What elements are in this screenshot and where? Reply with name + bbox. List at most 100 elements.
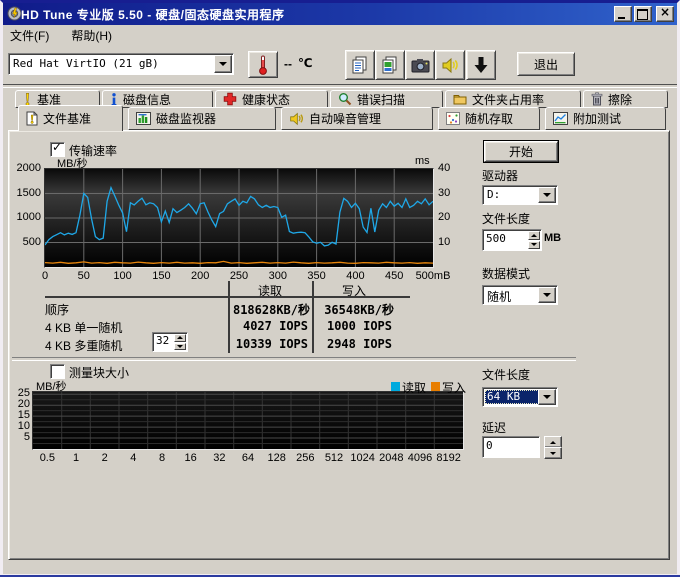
tab-random-access[interactable]: 随机存取: [438, 107, 540, 130]
tick-label: 300: [256, 270, 300, 282]
app-icon: [7, 6, 22, 24]
tick-label: 8192: [431, 452, 467, 464]
spin-up-button[interactable]: [528, 231, 540, 240]
minimize-button[interactable]: [614, 6, 632, 22]
block-size-checkbox[interactable]: [50, 364, 65, 379]
tab-label: 文件夹占用率: [472, 91, 544, 108]
block-file-length-dropdown-button[interactable]: [538, 389, 556, 405]
spin-down-button[interactable]: [174, 343, 186, 351]
folder-icon: [453, 93, 467, 105]
tab-health[interactable]: 健康状态: [215, 90, 328, 108]
screenshot-icon: [411, 58, 430, 73]
tick-label: 350: [295, 270, 339, 282]
menu-bar: 文件(F) 帮助(H): [3, 25, 677, 45]
exit-button[interactable]: 退出: [517, 52, 575, 76]
queue-depth-spinner[interactable]: 32: [152, 332, 188, 352]
4k-single-read-value: 4027 IOPS: [230, 319, 308, 333]
save-results-button[interactable]: [466, 50, 496, 80]
block-file-length-combobox[interactable]: 64 KB: [482, 387, 558, 407]
tab-label: 擦除: [608, 91, 632, 108]
tab-label: 附加测试: [573, 110, 621, 127]
drive-combobox[interactable]: D:: [482, 185, 558, 205]
close-icon: ×: [657, 5, 673, 19]
tab-label: 自动噪音管理: [309, 110, 381, 127]
menu-help[interactable]: 帮助(H): [64, 25, 119, 46]
copy-text-button[interactable]: [345, 50, 375, 80]
maximize-button[interactable]: [634, 6, 652, 22]
close-button[interactable]: ×: [656, 6, 674, 22]
arrow-up-icon: [531, 234, 537, 237]
data-mode-combobox[interactable]: 随机: [482, 285, 558, 305]
tab-file-benchmark[interactable]: 文件基准: [18, 105, 123, 131]
drive-select-dropdown-button[interactable]: [214, 55, 232, 73]
tab-erase[interactable]: 擦除: [583, 90, 668, 108]
check-icon: ✓: [52, 140, 62, 154]
tick-label: 50: [62, 270, 106, 282]
arrow-up-icon: [550, 441, 556, 444]
tick-label: 100: [101, 270, 145, 282]
tick-label: 500mB: [411, 270, 455, 282]
menu-file[interactable]: 文件(F): [3, 25, 56, 46]
file-length-spinner[interactable]: 500: [482, 229, 542, 251]
queue-depth-value: 32: [156, 334, 169, 347]
main-chart-yaxis-right-title: ms: [415, 155, 430, 167]
4k-single-write-value: 1000 IOPS: [314, 319, 392, 333]
save-results-icon: [473, 56, 489, 74]
stats-row-sequential-label: 顺序: [45, 301, 69, 318]
file-benchmark-icon: [26, 111, 38, 126]
title-bar: HD Tune 专业版 5.50 - 硬盘/固态硬盘实用程序 ×: [3, 3, 677, 25]
tick-label: 2000: [4, 162, 41, 174]
drive-select-value: Red Hat VirtIO (21 gB): [13, 57, 159, 70]
tab-extra-tests[interactable]: 附加测试: [545, 107, 666, 130]
section-separator: [12, 357, 576, 361]
block-size-chart: [32, 391, 464, 450]
block-chart-yaxis-title: MB/秒: [36, 378, 67, 394]
file-length-value: 500: [486, 232, 506, 245]
temperature-button[interactable]: [248, 51, 278, 78]
main-chart-yaxis-left-ticks: 200015001000500: [4, 169, 41, 267]
thermometer-icon: [257, 55, 269, 75]
delay-input[interactable]: 0: [482, 436, 540, 458]
drive-label: 驱动器: [482, 167, 518, 184]
temperature-value: --: [284, 57, 292, 71]
tab-disk-monitor[interactable]: 磁盘监视器: [128, 107, 276, 130]
arrow-up-icon: [177, 336, 183, 339]
sequential-write-value: 36548KB/秒: [314, 301, 394, 318]
drive-combobox-dropdown-button[interactable]: [538, 187, 556, 203]
4k-multi-write-value: 2948 IOPS: [314, 337, 392, 351]
chevron-down-icon: [219, 62, 227, 66]
tick-label: 450: [372, 270, 416, 282]
erase-icon: [591, 92, 603, 106]
block-chart-xaxis-ticks: 0.512481632641282565121024204840968192: [33, 452, 463, 466]
tick-label: 200: [178, 270, 222, 282]
block-size-plot: [33, 392, 463, 449]
tab-error-scan[interactable]: 错误扫描: [330, 90, 443, 108]
delay-down-button[interactable]: [544, 447, 562, 459]
tick-label: 20: [438, 211, 450, 223]
drive-select[interactable]: Red Hat VirtIO (21 gB): [8, 53, 234, 75]
data-mode-label: 数据模式: [482, 265, 530, 282]
start-button[interactable]: 开始: [484, 141, 558, 162]
block-file-length-value: 64 KB: [485, 390, 539, 404]
tab-folder-usage[interactable]: 文件夹占用率: [445, 90, 581, 108]
chevron-down-icon: [543, 395, 551, 399]
write-legend-swatch: [431, 382, 440, 391]
chevron-down-icon: [543, 193, 551, 197]
spin-down-button[interactable]: [528, 241, 540, 250]
4k-multi-read-value: 10339 IOPS: [230, 337, 308, 351]
file-length-label: 文件长度: [482, 210, 530, 227]
data-mode-dropdown-button[interactable]: [538, 287, 556, 303]
read-legend-label: 读取: [402, 379, 426, 396]
sequential-read-value: 818628KB/秒: [230, 301, 310, 318]
tab-aam[interactable]: 自动噪音管理: [281, 107, 433, 130]
minimize-icon: [618, 17, 625, 19]
file-length-unit: MB: [544, 232, 561, 244]
acoustic-button[interactable]: [435, 50, 465, 80]
spin-up-button[interactable]: [174, 334, 186, 342]
copy-image-button[interactable]: [375, 50, 405, 80]
tab-label: 文件基准: [43, 110, 91, 127]
tick-label: 500: [4, 236, 41, 248]
stats-header-rule: [45, 296, 410, 298]
screenshot-button[interactable]: [405, 50, 435, 80]
tick-label: 1000: [4, 211, 41, 223]
